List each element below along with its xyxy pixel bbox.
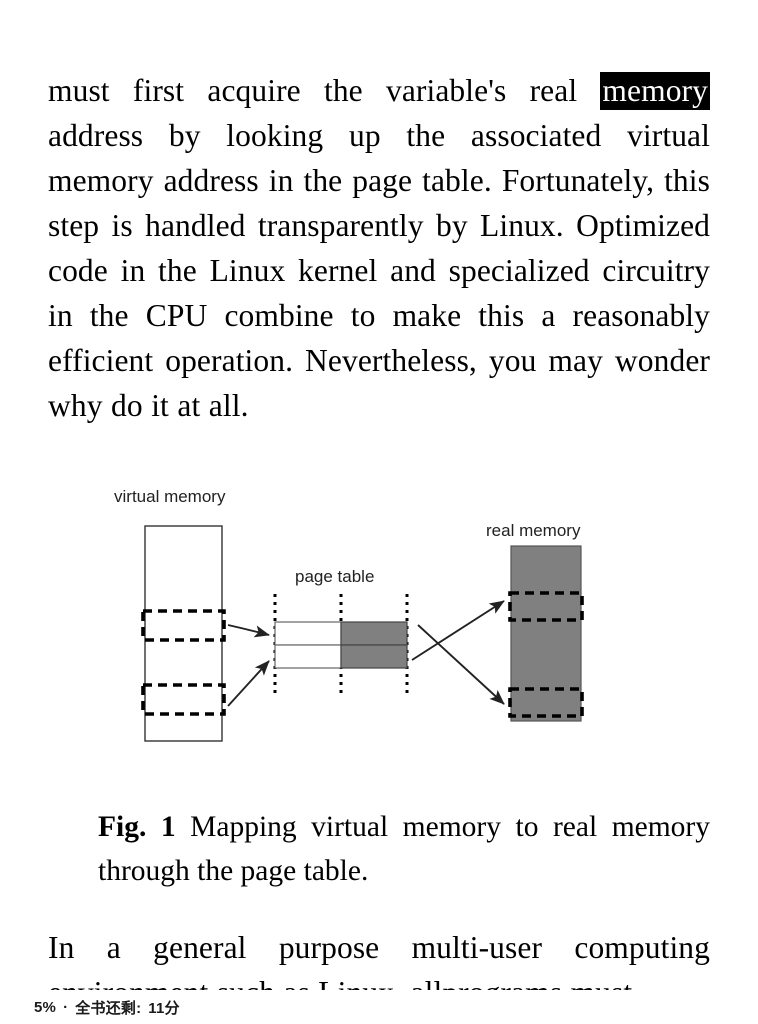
highlighted-word[interactable]: memory <box>600 71 710 110</box>
figure-caption: Fig. 1 Mapping virtual memory to real me… <box>98 805 710 893</box>
label-real-memory: real memory <box>486 521 581 540</box>
reader-status-bar: 5% · 全书还剩: 11分 <box>0 990 758 1024</box>
paragraph-text-after-highlight: address by looking up the associated vir… <box>48 117 710 423</box>
book-remaining-value: 11分 <box>148 999 180 1017</box>
page-table-cell-real-2 <box>340 644 408 669</box>
arrow-virtual-to-pagetable-1 <box>227 624 270 638</box>
arrow-virtual-to-pagetable-2 <box>227 660 270 707</box>
book-remaining-label: 全书还剩: <box>75 999 142 1017</box>
body-paragraph-top: must first acquire the variable's real m… <box>48 68 710 428</box>
figure-diagram: virtual memory page table real memory <box>100 482 660 760</box>
real-memory-column <box>510 545 582 722</box>
reading-progress-percent: 5% <box>34 998 57 1016</box>
page-table-cell-virtual-1 <box>274 621 342 646</box>
status-separator: · <box>63 998 69 1016</box>
figure-caption-text: Mapping virtual memory to real memory th… <box>98 810 710 887</box>
arrow-pagetable-to-real-1 <box>411 600 505 661</box>
paragraph-text-before-highlight: must first acquire the variable's real <box>48 72 601 108</box>
label-virtual-memory: virtual memory <box>114 487 226 506</box>
figure-caption-label: Fig. 1 <box>98 810 176 843</box>
virtual-memory-column <box>144 525 223 742</box>
arrow-pagetable-to-real-2 <box>417 624 505 705</box>
reader-page: must first acquire the variable's real m… <box>0 0 758 1024</box>
label-page-table: page table <box>295 567 374 586</box>
page-table-cell-virtual-2 <box>274 644 342 669</box>
page-table-cell-real-1 <box>340 621 408 646</box>
